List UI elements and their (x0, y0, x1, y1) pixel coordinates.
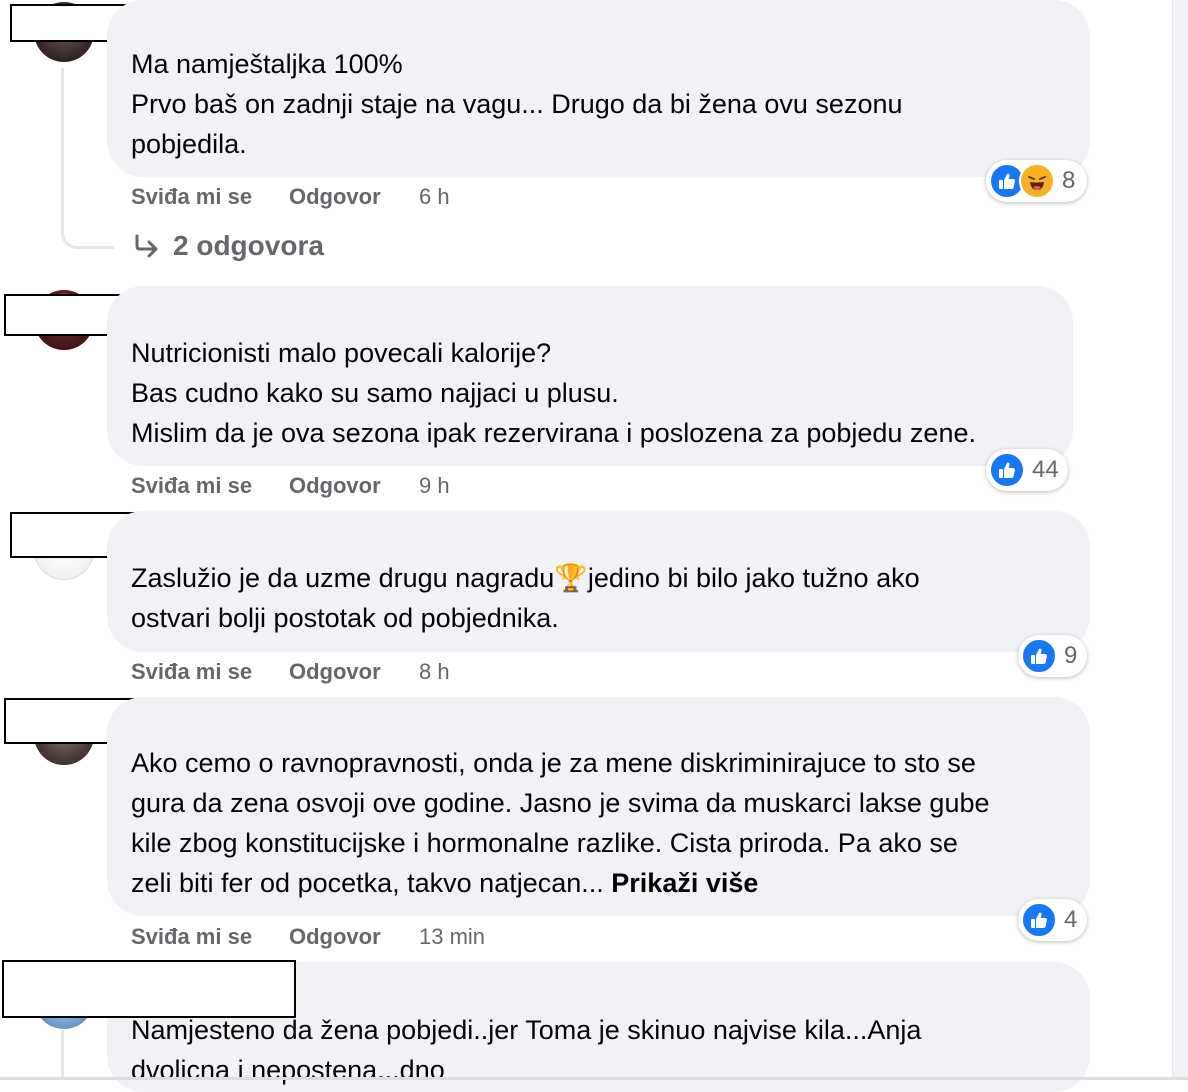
haha-reaction-icon (1019, 163, 1055, 199)
reply-button[interactable]: Odgovor (289, 182, 419, 212)
comment-line: Prvo baš on zadnji staje na vagu... Drug… (131, 89, 903, 119)
comment-line: Ma namještaljka 100% (131, 49, 403, 79)
comment-actions: Sviđa mi se Odgovor 6 h (131, 182, 450, 212)
comment-line: Nutricionisti malo povecali kalorije? (131, 338, 552, 368)
like-reaction-icon (1021, 638, 1057, 674)
comment-timestamp[interactable]: 9 h (419, 473, 450, 498)
comment-bubble: Ma namještaljka 100% Prvo baš on zadnji … (107, 0, 1090, 177)
reply-button[interactable]: Odgovor (289, 657, 419, 687)
view-replies-link[interactable]: 2 odgovora (133, 228, 324, 264)
comment-line: Bas cudno kako su samo najjaci u plusu. (131, 378, 619, 408)
reaction-count: 9 (1064, 642, 1078, 669)
reaction-count: 4 (1064, 906, 1078, 933)
comment-actions: Sviđa mi se Odgovor 9 h (131, 471, 450, 501)
comment-actions: Sviđa mi se Odgovor 13 min (131, 922, 485, 952)
comment-bubble: Nutricionisti malo povecali kalorije? Ba… (107, 286, 1073, 466)
comment-line: dvolicna i nepostena...dno (131, 1055, 445, 1085)
comment-timestamp[interactable]: 13 min (419, 924, 485, 949)
like-button[interactable]: Sviđa mi se (131, 922, 289, 952)
comment-line: gura da zena osvoji ove godine. Jasno je… (131, 788, 990, 818)
comment-line-last: zeli biti fer od pocetka, takvo natjecan… (131, 863, 1066, 903)
reply-button[interactable]: Odgovor (289, 922, 419, 952)
comment-timestamp[interactable]: 8 h (419, 659, 450, 684)
reaction-summary[interactable]: 44 (986, 449, 1068, 491)
reaction-summary[interactable]: 8 (986, 160, 1087, 202)
comment-bubble: Zaslužio je da uzme drugu nagradu🏆jedino… (107, 511, 1090, 652)
comment-line: kile zbog konstitucijske i hormonalne ra… (131, 828, 958, 858)
thread-line (61, 1030, 64, 1080)
author-name-redacted[interactable] (2, 960, 296, 1018)
comment-line: ostvari bolji postotak od pobjednika. (131, 603, 559, 633)
comment-timestamp[interactable]: 6 h (419, 184, 450, 209)
reaction-summary[interactable]: 9 (1018, 635, 1087, 677)
comment-bubble: Ako cemo o ravnopravnosti, onda je za me… (107, 697, 1090, 916)
thread-line-curve (61, 200, 114, 249)
like-reaction-icon (989, 452, 1025, 488)
reaction-summary[interactable]: 4 (1018, 899, 1087, 941)
reply-button[interactable]: Odgovor (289, 471, 419, 501)
like-button[interactable]: Sviđa mi se (131, 657, 289, 687)
comment-line: Zaslužio je da uzme drugu nagradu🏆jedino… (131, 563, 920, 593)
comment-line: pobjedila. (131, 129, 247, 159)
like-button[interactable]: Sviđa mi se (131, 182, 289, 212)
reaction-count: 8 (1062, 167, 1076, 194)
like-button[interactable]: Sviđa mi se (131, 471, 289, 501)
comment-line: Mislim da je ova sezona ipak rezervirana… (131, 418, 976, 448)
scrollbar-track[interactable] (1172, 0, 1188, 1080)
comment-line: Ako cemo o ravnopravnosti, onda je za me… (131, 748, 976, 778)
show-more-link[interactable]: Prikaži više (611, 868, 758, 898)
reaction-count: 44 (1032, 456, 1059, 483)
like-reaction-icon (1021, 902, 1057, 938)
replies-count-label: 2 odgovora (173, 230, 324, 261)
reply-arrow-icon (135, 234, 158, 258)
comment-line: zeli biti fer od pocetka, takvo natjecan… (131, 868, 604, 898)
comment-actions: Sviđa mi se Odgovor 8 h (131, 657, 450, 687)
